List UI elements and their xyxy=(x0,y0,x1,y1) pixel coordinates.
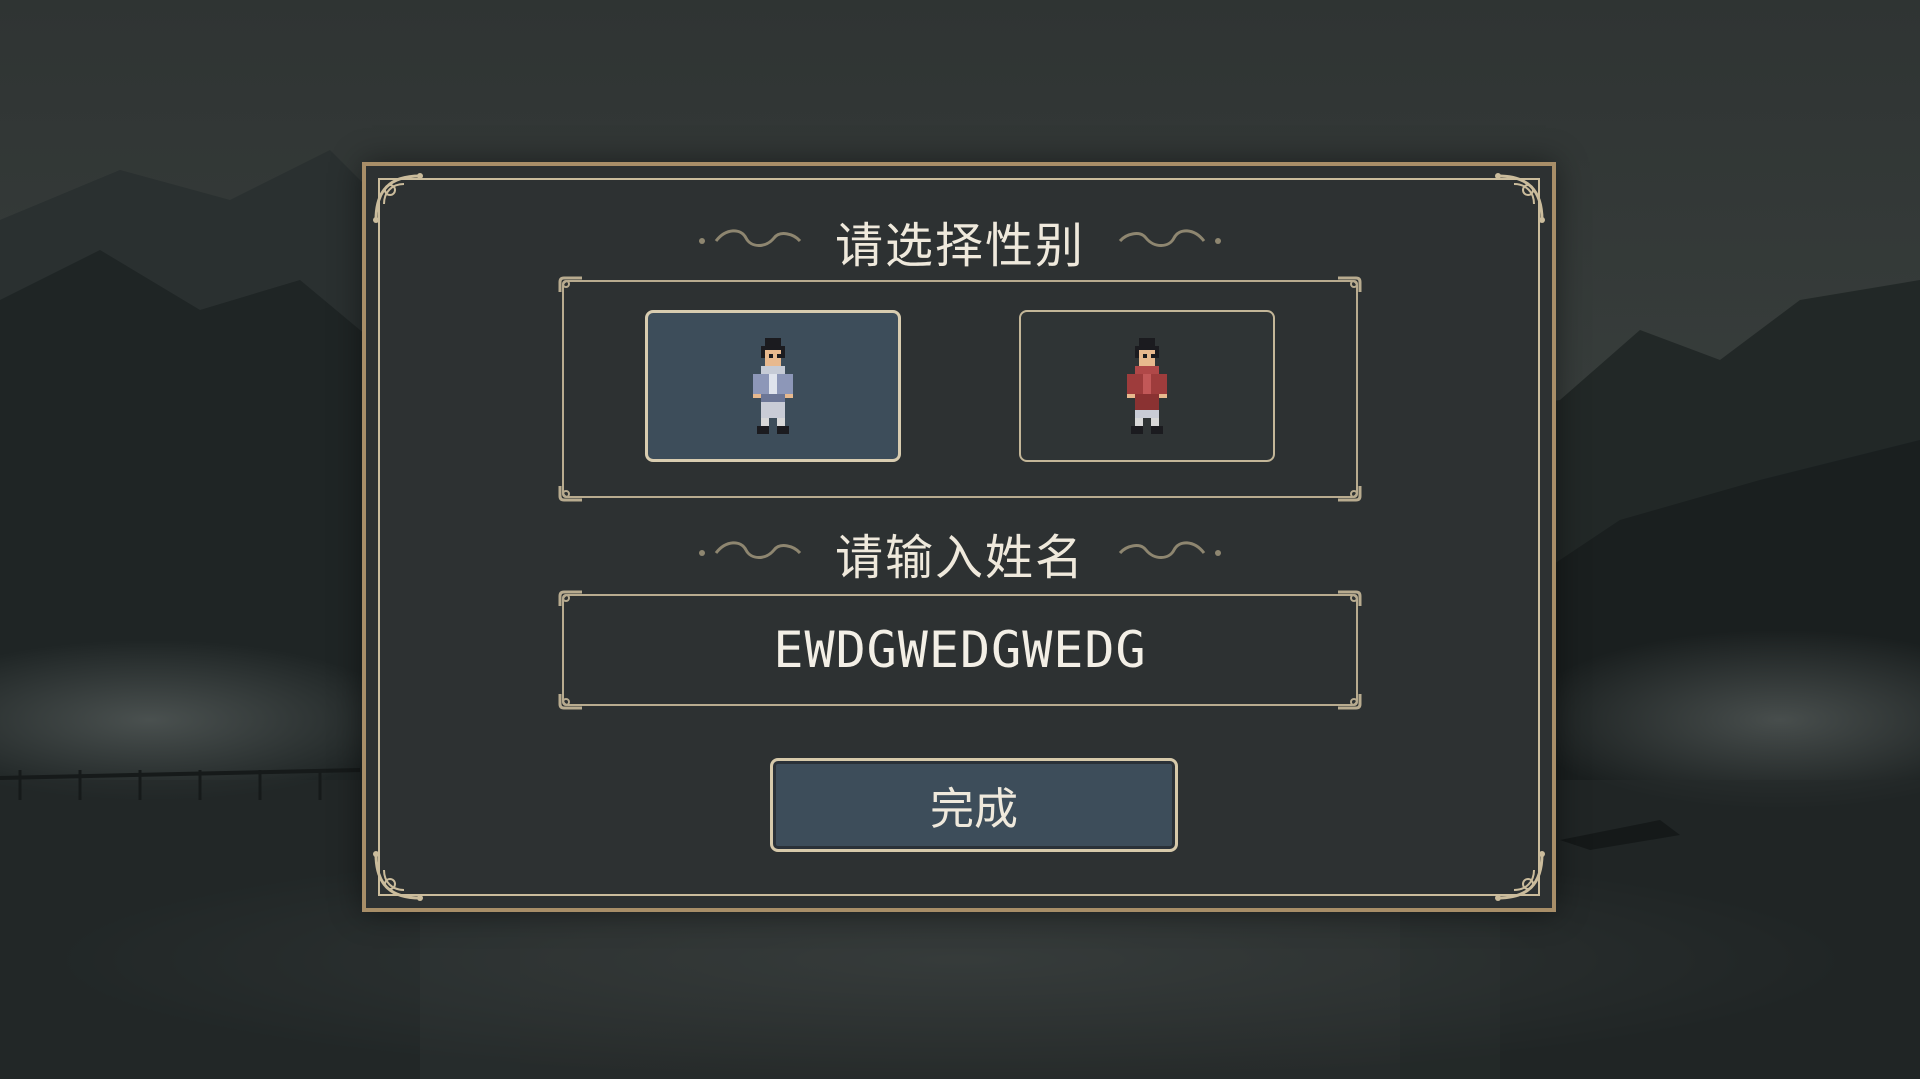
right-flourish-icon xyxy=(1119,229,1222,247)
frame-corner-icon xyxy=(1338,486,1362,502)
name-input[interactable] xyxy=(570,602,1350,698)
left-flourish-icon xyxy=(698,541,801,559)
left-flourish-icon xyxy=(698,229,801,247)
done-button-label: 完成 xyxy=(930,784,1018,835)
frame-corner-icon xyxy=(558,486,582,502)
female-character-icon xyxy=(1127,338,1167,434)
gender-heading-label: 请选择性别 xyxy=(834,218,1085,274)
done-button[interactable]: 完成 xyxy=(770,758,1178,852)
female-option-button[interactable] xyxy=(1019,310,1275,462)
male-character-icon xyxy=(753,338,793,434)
corner-ornament-icon xyxy=(373,851,423,901)
right-flourish-icon xyxy=(1119,541,1222,559)
frame-corner-icon xyxy=(1338,276,1362,292)
name-input-frame xyxy=(558,590,1362,710)
name-heading-label: 请输入姓名 xyxy=(834,530,1085,586)
corner-ornament-icon xyxy=(1495,851,1545,901)
name-heading: 请输入姓名 xyxy=(0,518,1920,588)
gender-heading: 请选择性别 xyxy=(0,206,1920,276)
frame-corner-icon xyxy=(558,276,582,292)
male-option-button[interactable] xyxy=(645,310,901,462)
